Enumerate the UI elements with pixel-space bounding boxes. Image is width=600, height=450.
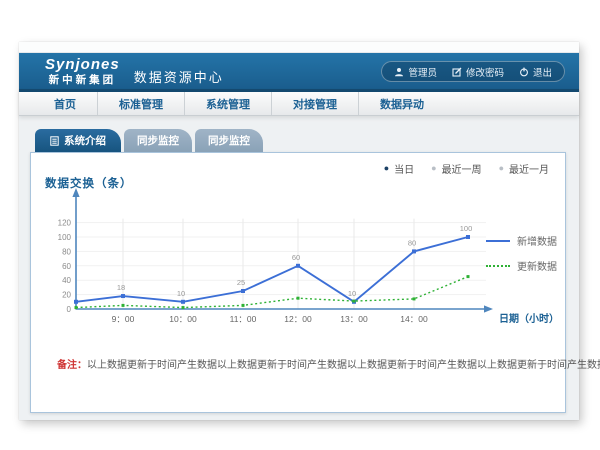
point-marker	[181, 300, 185, 304]
tab-bar: 系统介绍 同步监控 同步监控	[35, 129, 579, 152]
x-tick-label: 13：00	[340, 314, 368, 324]
current-user-label: 管理员	[408, 65, 437, 79]
portal-page: Synjones 新中新集团 数据资源中心 管理员 修改密码 退出	[19, 42, 579, 420]
current-user[interactable]: 管理员	[394, 65, 437, 79]
point-marker	[182, 306, 185, 309]
x-tick-label: 9：00	[112, 314, 135, 324]
time-range-label: 最近一周	[442, 161, 482, 176]
tab-0[interactable]: 系统介绍	[35, 129, 121, 152]
legend-label: 更新数据	[517, 258, 557, 273]
logout-button[interactable]: 退出	[519, 65, 552, 79]
legend-line-swatch	[486, 240, 510, 242]
point-marker	[121, 294, 125, 298]
point-label: 10	[177, 289, 185, 298]
point-marker	[413, 297, 416, 300]
radio-unselected-icon: ●	[431, 164, 436, 173]
chart-legend: 新增数据更新数据	[486, 233, 557, 273]
tab-1[interactable]: 同步监控	[124, 129, 192, 152]
point-marker	[74, 300, 78, 304]
y-tick-label: 20	[62, 291, 71, 300]
time-range-label: 最近一月	[509, 161, 549, 176]
point-label: 80	[408, 238, 416, 247]
point-marker	[466, 235, 470, 239]
y-axis-arrow	[72, 188, 79, 197]
point-marker	[412, 249, 416, 253]
y-tick-label: 80	[62, 247, 71, 256]
nav-item-1[interactable]: 标准管理	[97, 92, 184, 115]
user-icon	[394, 67, 404, 77]
tab-2[interactable]: 同步监控	[195, 129, 263, 152]
user-toolbar: 管理员 修改密码 退出	[381, 61, 565, 82]
logo-wordmark: Synjones	[45, 57, 120, 72]
footnote-text: 以上数据更新于时间产生数据以上数据更新于时间产生数据以上数据更新于时间产生数据以…	[87, 360, 600, 371]
legend-label: 新增数据	[517, 233, 557, 248]
browser-top-strip	[19, 42, 579, 53]
company-logo: Synjones 新中新集团	[45, 57, 120, 86]
radio-unselected-icon: ●	[499, 164, 504, 173]
nav-item-0[interactable]: 首页	[33, 92, 97, 115]
point-marker	[297, 297, 300, 300]
legend-item-1: 更新数据	[486, 258, 557, 273]
footnote-prefix: 备注：	[57, 360, 87, 371]
content-area: 系统介绍同步监控同步监控 ●当日●最近一周●最近一月 数据交换（条） 02040…	[19, 129, 579, 413]
logout-label: 退出	[533, 65, 552, 79]
point-marker	[296, 264, 300, 268]
point-marker	[75, 306, 78, 309]
time-range-label: 当日	[394, 161, 414, 176]
y-tick-label: 120	[58, 219, 72, 228]
tab-label: 同步监控	[137, 133, 179, 148]
radio-selected-icon: ●	[384, 164, 389, 173]
nav-item-3[interactable]: 对接管理	[271, 92, 358, 115]
y-tick-label: 100	[58, 233, 72, 242]
power-icon	[519, 67, 529, 77]
page-title: 数据资源中心	[134, 67, 224, 86]
y-tick-label: 60	[62, 262, 71, 271]
tab-label: 同步监控	[208, 133, 250, 148]
point-marker	[353, 300, 356, 303]
x-axis-arrow	[484, 305, 493, 312]
point-label: 10	[348, 289, 356, 298]
point-label: 25	[237, 278, 245, 287]
point-marker	[242, 304, 245, 307]
x-tick-label: 12：00	[284, 314, 312, 324]
document-icon	[50, 136, 59, 146]
tab-label: 系统介绍	[64, 133, 106, 148]
time-range-option-1[interactable]: ● 最近一周	[431, 161, 481, 176]
edit-icon	[452, 67, 462, 77]
app-header: Synjones 新中新集团 数据资源中心 管理员 修改密码 退出	[19, 53, 579, 89]
legend-item-0: 新增数据	[486, 233, 557, 248]
point-marker	[241, 289, 245, 293]
change-password-button[interactable]: 修改密码	[452, 65, 504, 79]
nav-item-4[interactable]: 数据异动	[358, 92, 445, 115]
y-tick-label: 0	[67, 305, 72, 314]
nav-item-2[interactable]: 系统管理	[184, 92, 271, 115]
point-marker	[122, 304, 125, 307]
logo-company-name: 新中新集团	[45, 75, 120, 86]
chart-panel: ●当日●最近一周●最近一月 数据交换（条） 0204060801001209：0…	[30, 152, 566, 413]
time-range-option-2[interactable]: ● 最近一月	[499, 161, 549, 176]
x-tick-label: 14：00	[400, 314, 428, 324]
time-range-filter: ● 当日 ● 最近一周 ● 最近一月	[384, 161, 549, 176]
change-password-label: 修改密码	[466, 65, 504, 79]
x-tick-label: 11：00	[230, 314, 257, 324]
series-line-1	[76, 277, 468, 308]
point-label: 18	[117, 283, 125, 292]
point-marker	[467, 275, 470, 278]
chart-x-axis-title: 日期（小时）	[499, 312, 559, 325]
y-tick-label: 40	[62, 276, 71, 285]
x-tick-label: 10：00	[169, 314, 197, 324]
legend-line-swatch	[486, 265, 510, 267]
time-range-option-0[interactable]: ● 当日	[384, 161, 414, 176]
point-label: 100	[460, 224, 473, 233]
main-nav: 首页标准管理系统管理对接管理数据异动	[19, 89, 579, 116]
point-label: 60	[292, 253, 300, 262]
footnote: 备注：以上数据更新于时间产生数据以上数据更新于时间产生数据以上数据更新于时间产生…	[57, 356, 600, 371]
